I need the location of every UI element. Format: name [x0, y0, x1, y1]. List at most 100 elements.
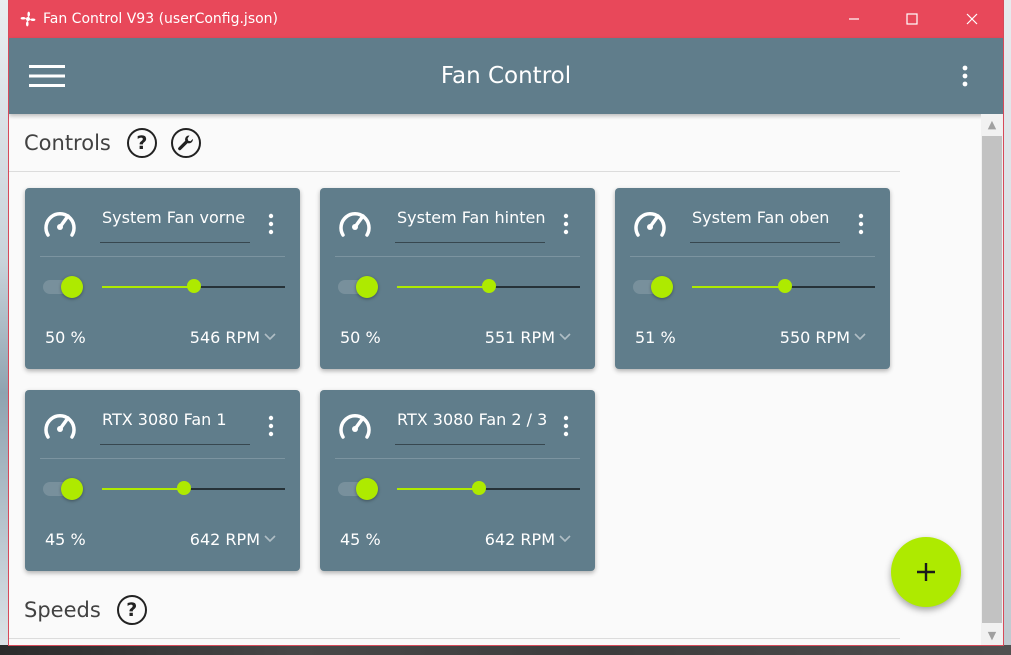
control-name-underline [100, 242, 250, 243]
control-card: System Fan vorne 50 % 546 RPM [25, 188, 300, 369]
speeds-section-header: Speeds ? [24, 592, 147, 628]
speed-percent: 45 % [340, 530, 381, 549]
scroll-up-arrow-icon[interactable]: ▲ [981, 114, 1003, 134]
app-window: Fan Control V93 (userConfig.json) Fan Co… [9, 0, 1003, 645]
slider-thumb[interactable] [187, 279, 201, 293]
control-name[interactable]: System Fan oben [692, 208, 829, 228]
speedometer-icon [44, 212, 76, 237]
speedometer-icon [339, 414, 371, 439]
chevron-down-icon[interactable] [263, 332, 277, 342]
slider-fill [102, 286, 194, 288]
toggle-thumb [61, 478, 83, 500]
speed-slider[interactable] [397, 279, 580, 293]
speedometer-icon [339, 212, 371, 237]
maximize-icon [906, 13, 918, 25]
plus-icon [917, 563, 935, 581]
enable-toggle[interactable] [633, 276, 675, 298]
close-button[interactable] [943, 0, 1001, 38]
controls-settings-button[interactable] [170, 128, 201, 158]
control-name-underline [690, 242, 840, 243]
scrollbar-thumb[interactable] [982, 136, 1002, 623]
app-bar: Fan Control [9, 38, 1003, 114]
speed-slider[interactable] [397, 481, 580, 495]
toggle-thumb [61, 276, 83, 298]
control-name[interactable]: RTX 3080 Fan 2 / 3 [397, 410, 547, 430]
control-name-underline [395, 444, 545, 445]
card-separator [630, 256, 875, 257]
minimize-button[interactable] [825, 0, 883, 38]
help-icon: ? [126, 599, 138, 621]
controls-section-title: Controls [24, 131, 111, 155]
enable-toggle[interactable] [43, 478, 85, 500]
more-vertical-icon[interactable] [560, 414, 572, 438]
more-vertical-icon[interactable] [855, 212, 867, 236]
slider-fill [692, 286, 785, 288]
minimize-icon [849, 18, 859, 20]
chevron-down-icon[interactable] [558, 534, 572, 544]
card-separator [335, 256, 580, 257]
control-card: System Fan hinten 50 % 551 RPM [320, 188, 595, 369]
speeds-divider [9, 638, 900, 639]
control-name[interactable]: System Fan hinten [397, 208, 546, 228]
toggle-thumb [356, 276, 378, 298]
window-title: Fan Control V93 (userConfig.json) [43, 11, 279, 27]
controls-section-header: Controls ? [24, 125, 201, 161]
slider-fill [102, 488, 184, 490]
card-separator [335, 458, 580, 459]
scroll-down-arrow-icon[interactable]: ▼ [981, 625, 1003, 645]
slider-fill [397, 488, 479, 490]
close-icon [966, 13, 978, 25]
desktop-background-left [0, 0, 9, 655]
chevron-down-icon[interactable] [853, 332, 867, 342]
controls-divider [9, 171, 900, 172]
fan-rpm: 550 RPM [779, 328, 850, 347]
slider-thumb[interactable] [472, 481, 486, 495]
speeds-help-button[interactable]: ? [116, 595, 147, 625]
wrench-icon [177, 135, 193, 151]
maximize-button[interactable] [883, 0, 941, 38]
enable-toggle[interactable] [43, 276, 85, 298]
enable-toggle[interactable] [338, 478, 380, 500]
more-vertical-icon[interactable] [265, 212, 277, 236]
enable-toggle[interactable] [338, 276, 380, 298]
speed-percent: 51 % [635, 328, 676, 347]
more-vertical-icon[interactable] [265, 414, 277, 438]
speed-percent: 50 % [45, 328, 86, 347]
speed-slider[interactable] [102, 279, 285, 293]
card-separator [40, 458, 285, 459]
fan-rpm: 642 RPM [484, 530, 555, 549]
control-name-underline [100, 444, 250, 445]
add-control-button[interactable] [891, 537, 961, 607]
speedometer-icon [634, 212, 666, 237]
controls-help-button[interactable]: ? [126, 128, 157, 158]
control-name[interactable]: RTX 3080 Fan 1 [102, 410, 227, 430]
more-vertical-icon[interactable] [957, 64, 973, 88]
fan-rpm: 642 RPM [189, 530, 260, 549]
slider-thumb[interactable] [177, 481, 191, 495]
vertical-scrollbar[interactable]: ▲ ▼ [981, 114, 1003, 645]
toggle-thumb [356, 478, 378, 500]
fan-rpm: 551 RPM [484, 328, 555, 347]
chevron-down-icon[interactable] [558, 332, 572, 342]
desktop-background-right [1003, 0, 1011, 655]
fan-rpm: 546 RPM [189, 328, 260, 347]
more-vertical-icon[interactable] [560, 212, 572, 236]
desktop-background-bottom [0, 645, 1011, 655]
app-title: Fan Control [440, 63, 572, 89]
slider-thumb[interactable] [778, 279, 792, 293]
slider-thumb[interactable] [482, 279, 496, 293]
speed-slider[interactable] [692, 279, 875, 293]
main-content: Controls ? System Fan vorne 50 % 546 RPM… [9, 114, 981, 645]
speeds-section-title: Speeds [24, 598, 101, 622]
title-bar[interactable]: Fan Control V93 (userConfig.json) [9, 0, 1003, 38]
control-card: RTX 3080 Fan 2 / 3 45 % 642 RPM [320, 390, 595, 571]
card-separator [40, 256, 285, 257]
speed-percent: 45 % [45, 530, 86, 549]
control-card: System Fan oben 51 % 550 RPM [615, 188, 890, 369]
speed-slider[interactable] [102, 481, 285, 495]
control-name-underline [395, 242, 545, 243]
toggle-thumb [651, 276, 673, 298]
slider-fill [397, 286, 489, 288]
chevron-down-icon[interactable] [263, 534, 277, 544]
control-name[interactable]: System Fan vorne [102, 208, 245, 228]
